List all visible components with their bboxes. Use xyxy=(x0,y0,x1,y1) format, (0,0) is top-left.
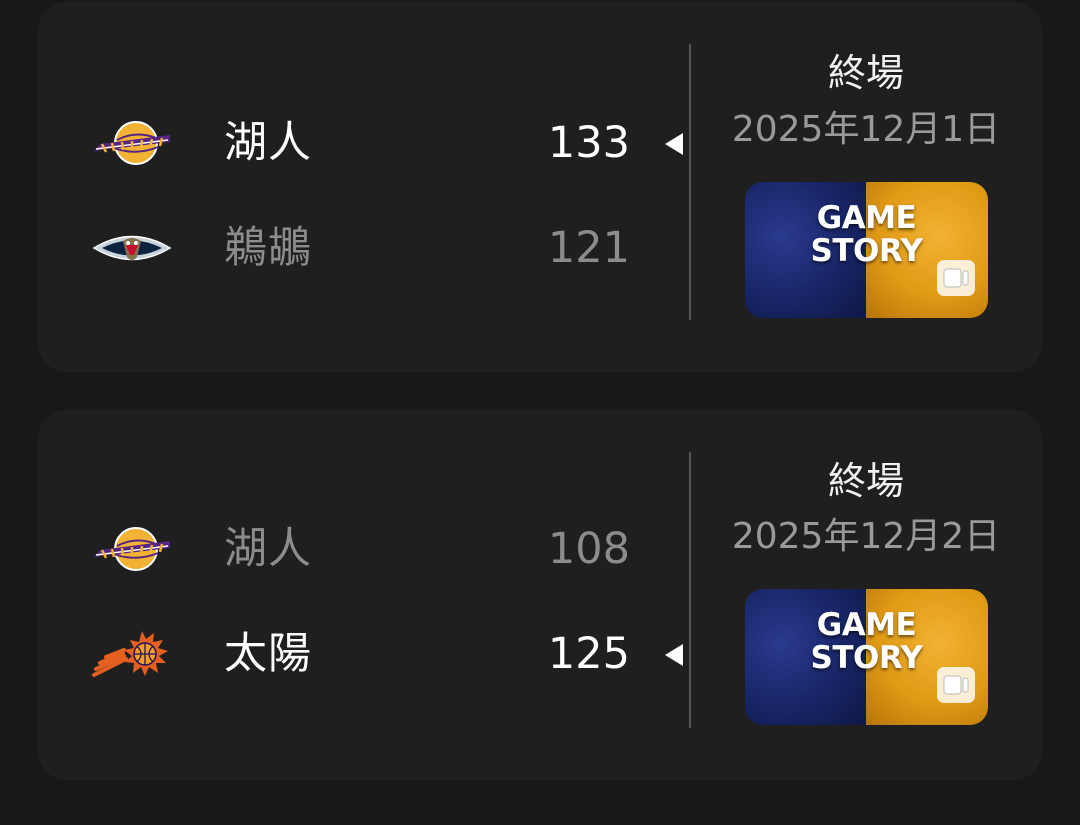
team-name: 鵜鶘 xyxy=(224,223,312,273)
team-score: 125 xyxy=(547,629,630,679)
game-status: 終場 xyxy=(827,459,904,503)
team-row-home: 湖人 108 xyxy=(38,514,678,584)
game-status: 終場 xyxy=(827,51,904,95)
lakers-logo-icon xyxy=(90,118,174,168)
video-icon xyxy=(937,260,975,296)
scoreboard-page: 湖人 133 鵜鶘 121 終場 2025年12月1日 GAME STORY 湖… xyxy=(0,0,1080,825)
game-story-button[interactable]: GAME STORY xyxy=(745,182,988,318)
vertical-divider xyxy=(689,452,691,728)
story-label: GAME STORY xyxy=(745,202,988,268)
game-card[interactable]: 湖人 108 太陽 125 終場 2025年12月2日 GAME STORY xyxy=(38,410,1042,780)
pelicans-logo-icon xyxy=(90,223,174,273)
game-date: 2025年12月1日 xyxy=(731,109,1001,150)
story-label: GAME STORY xyxy=(745,609,988,675)
team-row-away: 太陽 125 xyxy=(38,619,683,689)
team-row-away: 鵜鶘 121 xyxy=(38,213,678,283)
team-score: 121 xyxy=(547,223,630,273)
lakers-logo-icon xyxy=(90,524,174,574)
game-date: 2025年12月2日 xyxy=(731,516,1001,557)
team-name: 太陽 xyxy=(224,629,312,679)
team-score: 108 xyxy=(547,524,630,574)
team-score: 133 xyxy=(547,118,630,168)
video-icon xyxy=(937,667,975,703)
team-row-home: 湖人 133 xyxy=(38,108,683,178)
story-label-line1: GAME xyxy=(816,607,917,643)
game-card[interactable]: 湖人 133 鵜鶘 121 終場 2025年12月1日 GAME STORY xyxy=(38,2,1042,372)
team-name: 湖人 xyxy=(224,118,312,168)
team-name: 湖人 xyxy=(224,524,312,574)
story-label-line1: GAME xyxy=(816,200,917,236)
winner-arrow-icon xyxy=(665,133,683,155)
winner-arrow-icon xyxy=(665,644,683,666)
suns-logo-icon xyxy=(90,629,174,679)
game-story-button[interactable]: GAME STORY xyxy=(745,589,988,725)
vertical-divider xyxy=(689,44,691,320)
